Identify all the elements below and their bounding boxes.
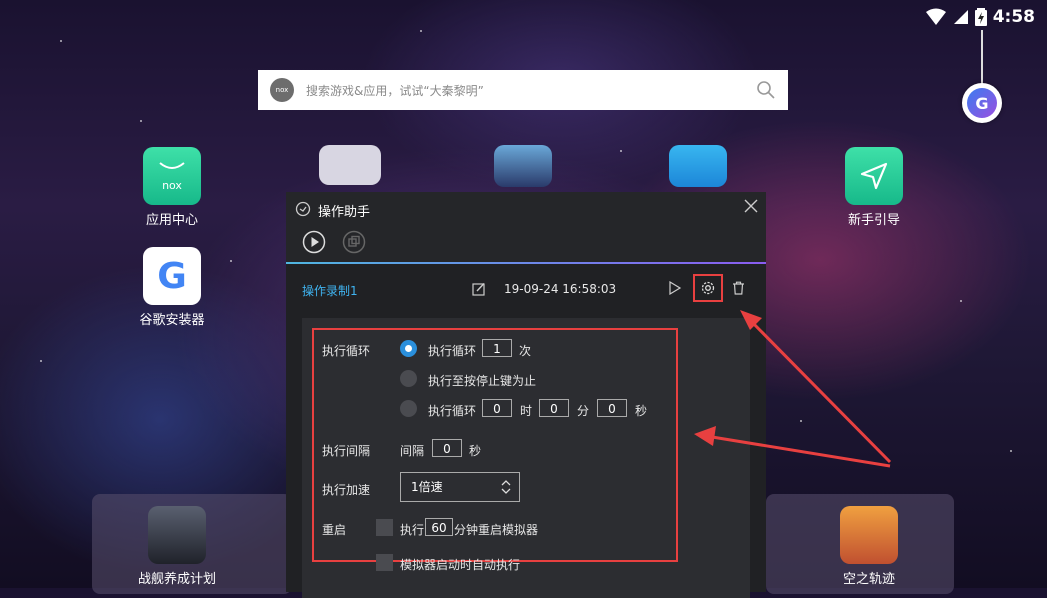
arrow-to-gear (746, 316, 892, 464)
annotation-arrows (694, 310, 892, 468)
arrowhead-settings (694, 426, 716, 446)
arrow-to-settings (705, 434, 891, 468)
